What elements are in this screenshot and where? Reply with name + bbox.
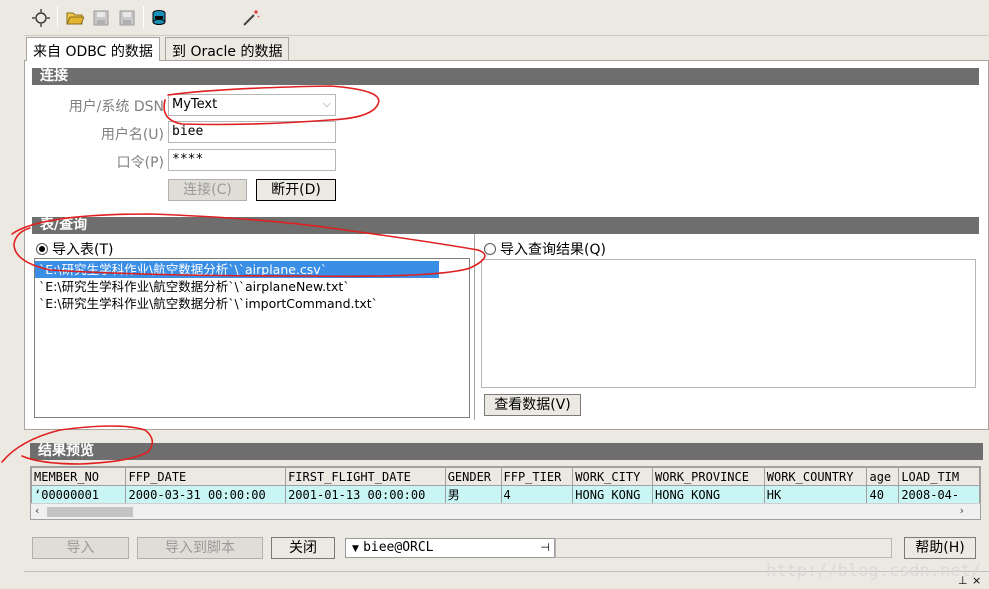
table-cell: ‘00000001 <box>30 485 127 504</box>
tab-from-odbc[interactable]: 来自 ODBC 的数据 <box>26 37 160 61</box>
table-cell: HONG KONG <box>652 485 765 504</box>
connection-header: 连接 <box>32 68 979 85</box>
scroll-right-icon[interactable]: › <box>960 504 964 517</box>
import-table-label: 导入表(T) <box>52 242 114 258</box>
divider <box>474 234 475 420</box>
save-as-icon[interactable] <box>116 7 138 29</box>
column-header[interactable]: FFP_TIER <box>500 467 574 486</box>
pin-icon[interactable]: ⊣ <box>540 539 550 557</box>
import-button[interactable]: 导入 <box>32 537 129 559</box>
scrollbar-thumb[interactable] <box>47 507 133 517</box>
radio-unselected-icon <box>484 243 496 255</box>
column-header[interactable]: age <box>866 467 900 486</box>
username-label: 用户名(U) <box>100 127 164 143</box>
preview-header: 结果预览 <box>30 443 983 460</box>
table-cell: 40 <box>866 485 900 504</box>
tab-label: 到 Oracle 的数据 <box>172 44 283 60</box>
connection-select-value: biee@ORCL <box>363 540 434 555</box>
username-field[interactable]: biee <box>168 121 336 143</box>
import-query-radio[interactable]: 导入查询结果(Q) <box>484 239 606 259</box>
column-header[interactable]: WORK_CITY <box>572 467 654 486</box>
table-list[interactable]: `E:\研究生学科作业\航空数据分析`\`airplane.csv` `E:\研… <box>34 258 470 418</box>
chevron-down-icon: ⌵ <box>322 97 331 110</box>
table-query-header: 表/查询 <box>32 217 979 234</box>
close-button[interactable]: 关闭 <box>271 537 335 559</box>
grid-header-row: MEMBER_NO FFP_DATE FIRST_FLIGHT_DATE GEN… <box>30 467 980 486</box>
password-label: 口令(P) <box>116 155 164 171</box>
table-cell: 4 <box>500 485 574 504</box>
toolbar-separator <box>57 6 58 28</box>
table-row[interactable]: ‘00000001 2000-03-31 00:00:00 2001-01-13… <box>30 485 980 504</box>
toolbar-separator <box>143 6 144 28</box>
query-textarea[interactable] <box>481 259 976 388</box>
password-field[interactable]: **** <box>168 149 336 171</box>
preview-grid[interactable]: MEMBER_NO FFP_DATE FIRST_FLIGHT_DATE GEN… <box>30 466 981 520</box>
dropdown-arrow-icon: ▼ <box>352 544 359 554</box>
column-header[interactable]: FIRST_FLIGHT_DATE <box>285 467 446 486</box>
table-cell: HONG KONG <box>572 485 654 504</box>
scroll-left-icon[interactable]: ‹ <box>35 504 39 517</box>
column-header[interactable]: MEMBER_NO <box>30 467 127 486</box>
toolbar <box>24 0 989 36</box>
column-header[interactable]: WORK_COUNTRY <box>763 467 868 486</box>
table-cell: HK <box>763 485 868 504</box>
list-item[interactable]: `E:\研究生学科作业\航空数据分析`\`airplane.csv` <box>35 261 439 278</box>
column-header[interactable]: LOAD_TIM <box>898 467 980 486</box>
table-cell: 男 <box>444 485 502 504</box>
import-table-radio[interactable]: 导入表(T) <box>36 239 113 259</box>
open-folder-icon[interactable] <box>64 7 86 29</box>
dsn-select[interactable]: MyText ⌵ <box>168 94 336 116</box>
new-connection-icon[interactable] <box>30 7 52 29</box>
horizontal-scrollbar[interactable]: ‹ › <box>31 503 980 519</box>
list-item[interactable]: `E:\研究生学科作业\航空数据分析`\`importCommand.txt` <box>35 295 469 312</box>
connection-select[interactable]: ▼ biee@ORCL ⊣ <box>345 538 555 558</box>
help-button[interactable]: 帮助(H) <box>904 537 976 559</box>
tab-label: 来自 ODBC 的数据 <box>33 44 153 60</box>
watermark: http://blog.csdn.net/ <box>766 561 981 581</box>
column-header[interactable]: GENDER <box>444 467 502 486</box>
wand-icon[interactable] <box>240 7 262 29</box>
radio-selected-icon <box>36 243 48 255</box>
dsn-value: MyText <box>172 97 218 112</box>
database-icon[interactable] <box>148 7 170 29</box>
table-cell: 2001-01-13 00:00:00 <box>285 485 446 504</box>
column-header[interactable]: WORK_PROVINCE <box>652 467 765 486</box>
table-cell: 2008-04- <box>898 485 980 504</box>
disconnect-button[interactable]: 断开(D) <box>256 179 336 201</box>
view-data-button[interactable]: 查看数据(V) <box>484 394 581 416</box>
dsn-label: 用户/系统 DSN <box>68 99 164 115</box>
import-script-button[interactable]: 导入到脚本 <box>137 537 263 559</box>
table-cell: 2000-03-31 00:00:00 <box>125 485 287 504</box>
tab-to-oracle[interactable]: 到 Oracle 的数据 <box>165 37 290 61</box>
import-query-label: 导入查询结果(Q) <box>500 242 606 258</box>
column-header[interactable]: FFP_DATE <box>125 467 287 486</box>
connect-button[interactable]: 连接(C) <box>168 179 247 201</box>
status-field <box>555 538 892 558</box>
list-item[interactable]: `E:\研究生学科作业\航空数据分析`\`airplaneNew.txt` <box>35 278 469 295</box>
save-icon[interactable] <box>90 7 112 29</box>
